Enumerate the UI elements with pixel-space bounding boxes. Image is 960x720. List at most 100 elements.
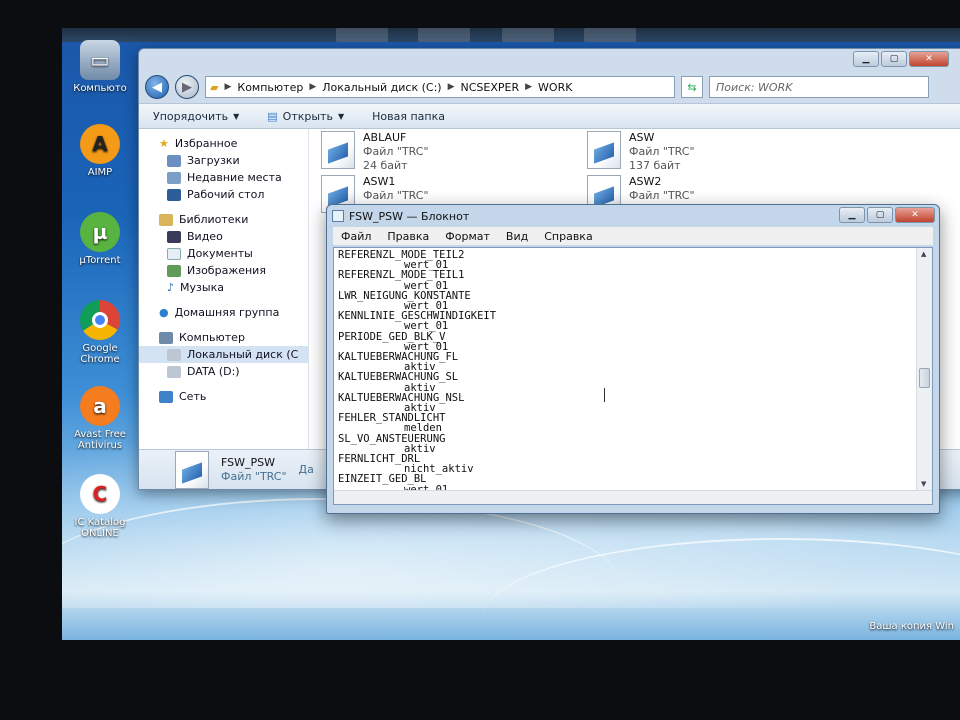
- refresh-button[interactable]: ⇆: [681, 76, 703, 98]
- close-button[interactable]: ✕: [909, 51, 949, 67]
- documents-icon: [167, 247, 181, 260]
- navigation-pane: ★ Избранное Загрузки Недавние места Рабоч…: [139, 129, 309, 449]
- desktop-icon-avast[interactable]: a Avast Free Antivirus: [62, 386, 138, 451]
- menu-view[interactable]: Вид: [498, 230, 536, 243]
- taskbar-button[interactable]: [418, 28, 470, 42]
- menu-edit[interactable]: Правка: [379, 230, 437, 243]
- images-icon: [167, 264, 181, 277]
- desktop-icon-label: µTorrent: [79, 255, 121, 266]
- network-icon: [159, 390, 173, 403]
- file-item[interactable]: ASW Файл "TRC" 137 байт: [587, 131, 695, 173]
- utorrent-icon: µ: [80, 212, 120, 252]
- text-content[interactable]: REFERENZL_MODE_TEIL2 wert_01 REFERENZL_MOD…: [338, 250, 910, 490]
- desktop-icon-ic-katalog[interactable]: C IC Katalog ONLINE: [62, 474, 138, 539]
- open-button[interactable]: ▤ Открыть ▼: [253, 110, 358, 123]
- back-button[interactable]: ◀: [145, 75, 169, 99]
- chevron-down-icon: ▼: [233, 111, 240, 121]
- music-icon: ♪: [167, 281, 175, 294]
- maximize-button[interactable]: ▢: [867, 207, 893, 223]
- new-folder-button[interactable]: Новая папка: [358, 110, 459, 123]
- chevron-right-icon: ▶: [309, 82, 317, 92]
- breadcrumb-item[interactable]: Локальный диск (C:): [322, 81, 441, 94]
- notepad-title: FSW_PSW — Блокнот: [349, 209, 470, 223]
- file-name: ASW: [629, 131, 655, 144]
- desktop-icon-aimp[interactable]: A AIMP: [62, 124, 138, 178]
- taskbar-button[interactable]: [584, 28, 636, 42]
- config-value: aktiv: [404, 442, 436, 455]
- menu-file[interactable]: Файл: [333, 230, 379, 243]
- nav-label: Домашняя группа: [174, 306, 280, 319]
- details-file-type: Файл "TRC": [221, 469, 287, 483]
- file-item[interactable]: ABLAUF Файл "TRC" 24 байт: [321, 131, 429, 173]
- downloads-icon: [167, 154, 181, 167]
- nav-network[interactable]: Сеть: [139, 388, 308, 405]
- vertical-scrollbar[interactable]: ▲ ▼: [916, 248, 932, 490]
- maximize-button[interactable]: ▢: [881, 51, 907, 67]
- organize-button[interactable]: Упорядочить ▼: [139, 110, 253, 123]
- breadcrumb-item[interactable]: Компьютер: [237, 81, 303, 94]
- folder-open-icon: ▤: [267, 109, 278, 123]
- explorer-toolbar: Упорядочить ▼ ▤ Открыть ▼ Новая папка: [139, 103, 960, 129]
- address-bar[interactable]: ▰ ▶ Компьютер ▶ Локальный диск (C:) ▶ NC…: [205, 76, 675, 98]
- nav-libraries[interactable]: Библиотеки: [139, 211, 308, 228]
- details-file-name: FSW_PSW: [221, 455, 275, 469]
- forward-button[interactable]: ▶: [175, 75, 199, 99]
- text-cursor: [604, 388, 605, 402]
- recent-places-icon: [167, 171, 181, 184]
- file-icon: [587, 131, 621, 169]
- notepad-titlebar[interactable]: FSW_PSW — Блокнот ▁ ▢ ✕: [327, 205, 939, 227]
- nav-label: Загрузки: [187, 154, 240, 167]
- scroll-thumb[interactable]: [919, 368, 930, 388]
- breadcrumb-item[interactable]: WORK: [538, 81, 572, 94]
- notepad-window[interactable]: FSW_PSW — Блокнот ▁ ▢ ✕ Файл Правка Форм…: [326, 204, 940, 514]
- nav-homegroup[interactable]: ● Домашняя группа: [139, 304, 308, 321]
- horizontal-scrollbar[interactable]: [334, 490, 932, 504]
- window-controls: ▁ ▢ ✕: [839, 207, 935, 223]
- search-input[interactable]: Поиск: WORK: [709, 76, 929, 98]
- nav-label: Избранное: [174, 137, 238, 150]
- nav-data-disk[interactable]: DATA (D:): [139, 363, 308, 380]
- chrome-icon: [80, 300, 120, 340]
- file-name: ASW2: [629, 175, 662, 188]
- nav-documents[interactable]: Документы: [139, 245, 308, 262]
- nav-recent[interactable]: Недавние места: [139, 169, 308, 186]
- taskbar-button[interactable]: [336, 28, 388, 42]
- minimize-button[interactable]: ▁: [853, 51, 879, 67]
- nav-desktop[interactable]: Рабочий стол: [139, 186, 308, 203]
- activation-watermark: Ваша копия Win: [869, 621, 954, 632]
- nav-favorites[interactable]: ★ Избранное: [139, 135, 308, 152]
- chevron-right-icon: ▶: [447, 82, 455, 92]
- breadcrumb-item[interactable]: NCSEXPER: [461, 81, 520, 94]
- nav-images[interactable]: Изображения: [139, 262, 308, 279]
- star-icon: ★: [159, 137, 169, 150]
- desktop-icon-label: AIMP: [87, 167, 113, 178]
- nav-label: Библиотеки: [179, 213, 249, 226]
- text-editor[interactable]: REFERENZL_MODE_TEIL2 wert_01 REFERENZL_MOD…: [333, 247, 933, 505]
- open-label: Открыть: [282, 109, 333, 123]
- scroll-up-icon[interactable]: ▲: [921, 250, 926, 258]
- nav-video[interactable]: Видео: [139, 228, 308, 245]
- desktop-icon-label: IC Katalog ONLINE: [74, 517, 126, 539]
- explorer-titlebar[interactable]: ▁ ▢ ✕: [139, 49, 960, 73]
- menu-help[interactable]: Справка: [536, 230, 600, 243]
- menu-bar: Файл Правка Формат Вид Справка: [333, 227, 933, 245]
- file-type: Файл "TRC": [629, 189, 695, 202]
- nav-music[interactable]: ♪ Музыка: [139, 279, 308, 296]
- minimize-button[interactable]: ▁: [839, 207, 865, 223]
- taskbar-button[interactable]: [502, 28, 554, 42]
- computer-icon: [159, 331, 173, 344]
- screen: ▭ Компьюто A AIMP µ µTorrent Google Chro…: [62, 28, 960, 640]
- nav-computer[interactable]: Компьютер: [139, 329, 308, 346]
- desktop-icon-utorrent[interactable]: µ µTorrent: [62, 212, 138, 266]
- desktop-icon-computer[interactable]: ▭ Компьюто: [62, 40, 138, 94]
- nav-downloads[interactable]: Загрузки: [139, 152, 308, 169]
- nav-label: Изображения: [187, 264, 266, 277]
- details-extra: Да: [298, 463, 314, 476]
- nav-label: Компьютер: [179, 331, 245, 344]
- menu-format[interactable]: Формат: [437, 230, 498, 243]
- nav-label: DATA (D:): [187, 365, 240, 378]
- desktop-icon-chrome[interactable]: Google Chrome: [62, 300, 138, 365]
- nav-local-disk[interactable]: Локальный диск (C: [139, 346, 308, 363]
- scroll-down-icon[interactable]: ▼: [921, 480, 926, 488]
- close-button[interactable]: ✕: [895, 207, 935, 223]
